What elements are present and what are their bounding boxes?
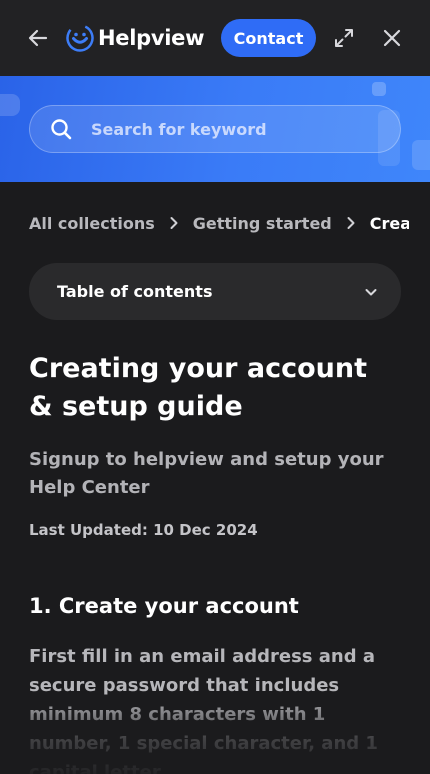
decorative-shape [372,82,386,96]
close-button[interactable] [378,24,406,52]
close-icon [383,29,401,47]
toc-label: Table of contents [57,282,213,301]
section-heading: 1. Create your account [29,594,299,618]
page-title-line-1: Creating your account [29,353,367,384]
brand-name: Helpview [98,26,205,50]
expand-icon [335,29,353,47]
chevron-right-icon [169,216,179,230]
breadcrumb: All collections Getting started Creati..… [29,210,409,236]
last-updated: Last Updated: 10 Dec 2024 [29,521,258,539]
expand-button[interactable] [330,24,358,52]
brand-logo: Helpview [66,22,204,54]
decorative-shape [412,140,430,170]
breadcrumb-current: Creati... [369,213,409,233]
arrow-left-icon [28,29,48,47]
page-title-line-2: & setup guide [29,391,243,422]
page-title: Creating your account & setup guide [29,350,389,426]
breadcrumb-getting-started[interactable]: Getting started [193,214,332,233]
search-box[interactable] [29,105,401,153]
search-hero [0,76,430,182]
search-input[interactable] [91,119,371,139]
contact-button[interactable]: Contact [221,19,316,57]
helpview-logo-icon [66,24,94,52]
help-widget: Helpview Contact Search for keyword All … [0,0,430,774]
search-icon [49,117,73,141]
article-body-text: First fill in an email address and a sec… [29,646,378,774]
article-subtitle: Signup to helpview and setup your Help C… [29,449,384,498]
back-button[interactable] [22,22,54,54]
chevron-right-icon [346,216,356,230]
table-of-contents-toggle[interactable]: Table of contents [29,263,401,320]
breadcrumb-all-collections[interactable]: All collections [29,214,155,233]
header-bar: Helpview Contact [0,0,430,76]
chevron-down-icon [363,284,379,300]
decorative-shape [0,94,20,116]
